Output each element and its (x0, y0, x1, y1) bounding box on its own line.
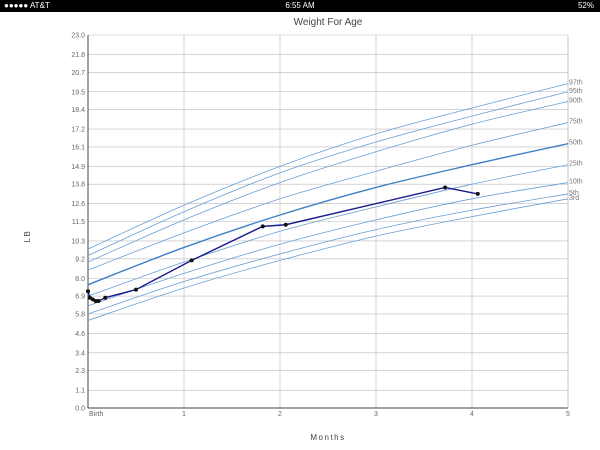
chart-title: Weight For Age (294, 17, 363, 28)
x-tick-label: 2 (278, 411, 282, 418)
x-axis-label: Months (310, 433, 345, 442)
percentile-curves: 97th95th90th75th50th25th10th5th3rd (87, 80, 583, 321)
percentile-curve-95th (87, 91, 569, 256)
y-tick-label: 16.1 (71, 144, 85, 151)
measured-point (189, 258, 194, 263)
grid (87, 34, 569, 409)
x-tick-label: 3 (374, 411, 378, 418)
y-tick-label: 8.0 (75, 276, 85, 283)
y-tick-label: 5.8 (75, 311, 85, 318)
percentile-label-95th: 95th (569, 88, 583, 95)
measured-series (86, 185, 480, 303)
percentile-label-10th: 10th (569, 179, 583, 186)
y-tick-label: 18.4 (71, 107, 85, 114)
y-tick-label: 2.3 (75, 368, 85, 375)
x-tick-label: 5 (566, 411, 570, 418)
measured-point (443, 185, 448, 190)
x-tick-label: Birth (89, 411, 104, 418)
y-tick-label: 13.8 (71, 182, 85, 189)
y-tick-label: 11.5 (72, 219, 85, 226)
percentile-label-3rd: 3rd (569, 195, 579, 202)
y-tick-label: 21.8 (71, 52, 85, 59)
measured-point (260, 224, 265, 229)
measured-point (86, 289, 90, 294)
measured-point (96, 298, 101, 303)
axis-ticks: 0.0 1.1 2.3 3.4 4.6 5.8 6.9 8.0 9.2 10.3 11.5 12.6 1… (71, 33, 570, 419)
y-tick-label: 19.5 (71, 89, 85, 96)
y-axis-label: LB (23, 230, 32, 243)
measured-point (134, 287, 138, 292)
y-tick-label: 1.1 (75, 388, 85, 395)
percentile-curve-3rd (87, 198, 569, 321)
y-tick-label: 6.9 (75, 294, 85, 301)
x-tick-label: 1 (182, 411, 186, 418)
measured-point (103, 295, 108, 300)
measured-line (87, 186, 478, 302)
y-tick-label: 10.3 (71, 238, 85, 245)
y-tick-label: 12.6 (71, 201, 85, 208)
percentile-label-75th: 75th (569, 119, 583, 126)
x-tick-label: 4 (470, 411, 474, 418)
y-tick-label: 17.2 (71, 127, 85, 134)
y-tick-label: 0.0 (75, 406, 85, 413)
percentile-label-50th: 50th (569, 140, 583, 147)
percentile-label-25th: 25th (569, 161, 583, 168)
y-tick-label: 14.9 (71, 164, 85, 171)
y-tick-label: 20.7 (71, 70, 85, 77)
y-tick-label: 9.2 (75, 256, 85, 263)
measured-point (475, 191, 480, 196)
percentile-label-97th: 97th (569, 80, 583, 87)
y-tick-label: 4.6 (75, 331, 85, 338)
y-tick-label: 3.4 (75, 350, 85, 357)
percentile-label-90th: 90th (569, 97, 583, 104)
y-tick-label: 23.0 (71, 33, 85, 40)
measured-point (283, 222, 288, 227)
percentile-curve-90th (87, 101, 569, 263)
weight-for-age-chart: Weight For Age LB Months 97th95th 90th 75t… (23, 17, 583, 442)
